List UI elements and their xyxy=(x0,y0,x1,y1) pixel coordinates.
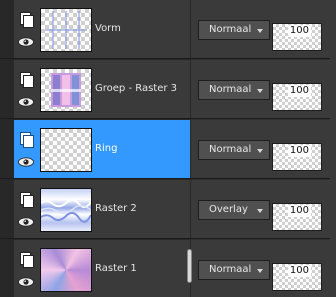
eye-icon[interactable] xyxy=(18,277,34,287)
blend-mode-dropdown[interactable]: Normaal xyxy=(198,140,270,160)
blend-mode-dropdown[interactable]: Overlay xyxy=(198,200,270,220)
blend-mode-dropdown[interactable]: Normaal xyxy=(198,20,270,40)
layer-icon[interactable] xyxy=(20,12,34,28)
chevron-down-icon xyxy=(257,29,263,33)
layer-name: Groep - Raster 3 xyxy=(95,83,178,94)
vorm-thumbnail xyxy=(40,8,92,52)
row-divider xyxy=(0,238,336,239)
chevron-down-icon xyxy=(257,89,263,93)
eye-icon[interactable] xyxy=(18,217,34,227)
blend-mode-value: Normaal xyxy=(209,144,252,155)
blend-mode-value: Normaal xyxy=(209,24,252,35)
chevron-down-icon xyxy=(257,209,263,213)
opacity-value: 100 xyxy=(287,265,311,277)
eye-icon[interactable] xyxy=(18,97,34,107)
chevron-down-icon xyxy=(257,269,263,273)
opacity-value: 100 xyxy=(287,145,311,157)
row-divider xyxy=(0,58,336,59)
opacity-value: 100 xyxy=(287,205,311,217)
layer-row-raster-1[interactable]: Raster 1 Normaal 100 xyxy=(0,240,336,297)
raster2-thumbnail xyxy=(40,188,92,232)
opacity-field[interactable]: 100 xyxy=(272,263,322,291)
opacity-field[interactable]: 100 xyxy=(272,23,322,51)
opacity-field[interactable]: 100 xyxy=(272,83,322,111)
layer-name: Ring xyxy=(95,143,118,154)
layer-name: Raster 2 xyxy=(95,203,137,214)
blend-mode-value: Normaal xyxy=(209,264,252,275)
row-divider xyxy=(0,178,336,179)
layer-row-raster-2[interactable]: Raster 2 Overlay 100 xyxy=(0,180,336,239)
layer-row-vorm[interactable]: Vorm Normaal 100 xyxy=(0,0,336,59)
splitter-handle-icon[interactable] xyxy=(187,249,192,283)
layer-row-ring[interactable]: Ring Normaal 100 xyxy=(0,120,336,179)
eye-icon[interactable] xyxy=(18,157,34,167)
opacity-field[interactable]: 100 xyxy=(272,143,322,171)
raster1-thumbnail xyxy=(40,248,92,292)
layer-icon[interactable] xyxy=(20,252,34,268)
ring-thumbnail xyxy=(40,128,92,172)
blend-mode-value: Normaal xyxy=(209,84,252,95)
layer-icon[interactable] xyxy=(20,192,34,208)
scrollbar[interactable] xyxy=(330,0,336,297)
eye-icon[interactable] xyxy=(18,37,34,47)
blend-mode-dropdown[interactable]: Normaal xyxy=(198,80,270,100)
group-thumbnail xyxy=(40,68,92,112)
layer-row-groep-raster-3[interactable]: Groep - Raster 3 Normaal 100 xyxy=(0,60,336,119)
opacity-field[interactable]: 100 xyxy=(272,203,322,231)
layer-icon[interactable] xyxy=(20,132,34,148)
row-divider xyxy=(0,118,336,119)
layer-icon[interactable] xyxy=(20,72,34,88)
layers-panel: Vorm Normaal 100 Groep - Raster 3 Normaa… xyxy=(0,0,336,297)
layer-name: Raster 1 xyxy=(95,263,137,274)
blend-mode-dropdown[interactable]: Normaal xyxy=(198,260,270,280)
opacity-value: 100 xyxy=(287,85,311,97)
chevron-down-icon xyxy=(257,149,263,153)
layer-name: Vorm xyxy=(95,23,121,34)
opacity-value: 100 xyxy=(287,25,311,37)
blend-mode-value: Overlay xyxy=(209,204,248,215)
